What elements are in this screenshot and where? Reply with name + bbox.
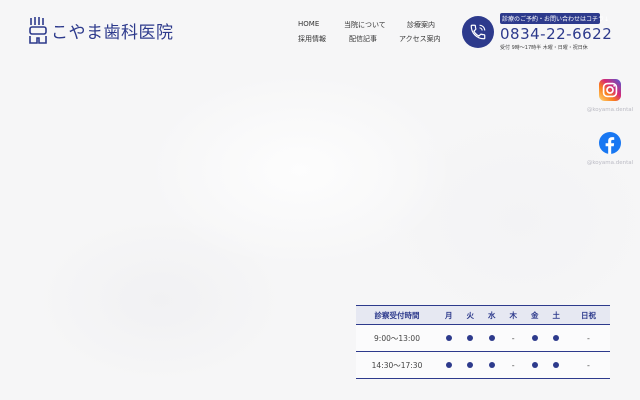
phone-number[interactable]: 0834-22-6622 [500, 25, 612, 43]
nav-articles[interactable]: 配信記事 [349, 34, 377, 44]
open-dot-icon [488, 334, 495, 341]
instagram-icon [599, 79, 621, 101]
nav-services[interactable]: 診療案内 [407, 20, 435, 30]
closed-mark: - [567, 324, 610, 352]
header-sat: 土 [545, 305, 567, 325]
clinic-name: こやま歯科医院 [51, 22, 174, 43]
open-mark [524, 351, 546, 379]
facebook-handle: @koyama.dental [586, 160, 634, 166]
facebook-icon [599, 132, 621, 154]
time-slot-afternoon: 14:30〜17:30 [356, 351, 438, 379]
nav-home[interactable]: HOME [298, 20, 319, 28]
open-mark [459, 351, 481, 379]
header-tue: 火 [459, 305, 481, 325]
open-dot-icon [553, 334, 560, 341]
open-mark [438, 324, 460, 352]
header-mon: 月 [438, 305, 460, 325]
time-slot-morning: 9:00〜13:00 [356, 324, 438, 352]
open-dot-icon [445, 361, 452, 368]
header-sun-holiday: 日祝 [567, 305, 610, 325]
phone-icon [462, 16, 494, 48]
open-dot-icon [467, 361, 474, 368]
open-mark [545, 324, 567, 352]
header-reception-hours: 診察受付時間 [356, 305, 438, 325]
instagram-link[interactable]: @koyama.dental [580, 79, 640, 113]
instagram-handle: @koyama.dental [586, 107, 634, 113]
header-fri: 金 [524, 305, 546, 325]
open-mark [545, 351, 567, 379]
closed-mark: - [502, 351, 524, 379]
open-dot-icon [467, 334, 474, 341]
open-mark [481, 351, 503, 379]
open-dot-icon [488, 361, 495, 368]
open-dot-icon [531, 334, 538, 341]
open-dot-icon [531, 361, 538, 368]
closed-mark: - [567, 351, 610, 379]
open-dot-icon [445, 334, 452, 341]
clinic-logo[interactable]: こやま歯科医院 [29, 16, 174, 44]
contact-caption: 診療のご予約・お問い合わせはコチラ↓ [500, 13, 609, 24]
reception-hours: 受付 9時〜17時半 木曜・日曜・祝日休 [500, 45, 588, 51]
table-row: 14:30〜17:30 - - [356, 351, 610, 379]
nav-recruit[interactable]: 採用情報 [298, 34, 326, 44]
open-dot-icon [553, 361, 560, 368]
consultation-hours-table: 診察受付時間 月 火 水 木 金 土 日祝 9:00〜13:00 - - 14:… [356, 305, 610, 379]
table-row: 9:00〜13:00 - - [356, 324, 610, 352]
nav-access[interactable]: アクセス案内 [399, 34, 441, 44]
header-wed: 水 [481, 305, 503, 325]
open-mark [438, 351, 460, 379]
open-mark [481, 324, 503, 352]
open-mark [524, 324, 546, 352]
table-header-row: 診察受付時間 月 火 水 木 金 土 日祝 [356, 305, 610, 325]
nav-about[interactable]: 当院について [344, 20, 386, 30]
contact-block[interactable]: 診療のご予約・お問い合わせはコチラ↓ 0834-22-6622 受付 9時〜17… [462, 13, 612, 51]
closed-mark: - [502, 324, 524, 352]
open-mark [459, 324, 481, 352]
facebook-link[interactable]: @koyama.dental [580, 132, 640, 166]
tooth-logo-icon [29, 17, 47, 44]
header-thu: 木 [502, 305, 524, 325]
